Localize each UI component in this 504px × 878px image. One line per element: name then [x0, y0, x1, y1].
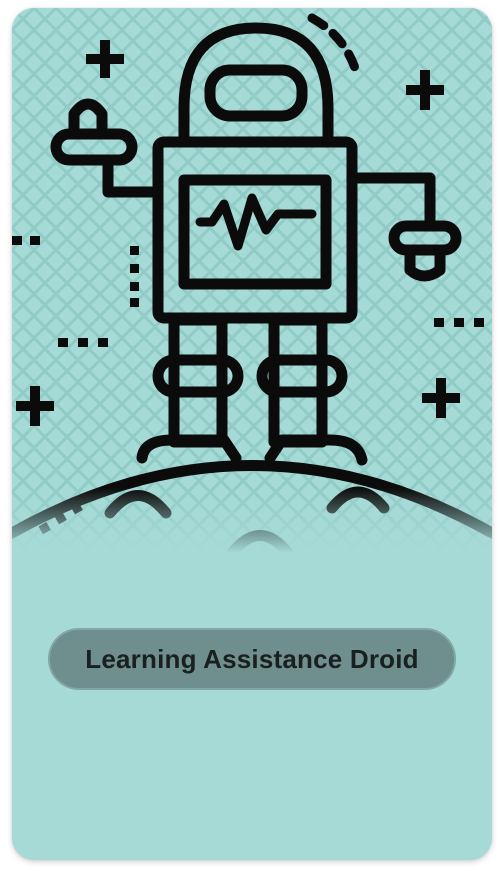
droid-illustration: [12, 8, 492, 553]
card-title-label: Learning Assistance Droid: [85, 643, 419, 674]
droid-card[interactable]: Learning Assistance Droid: [12, 8, 492, 860]
card-title-button[interactable]: Learning Assistance Droid: [48, 628, 456, 690]
